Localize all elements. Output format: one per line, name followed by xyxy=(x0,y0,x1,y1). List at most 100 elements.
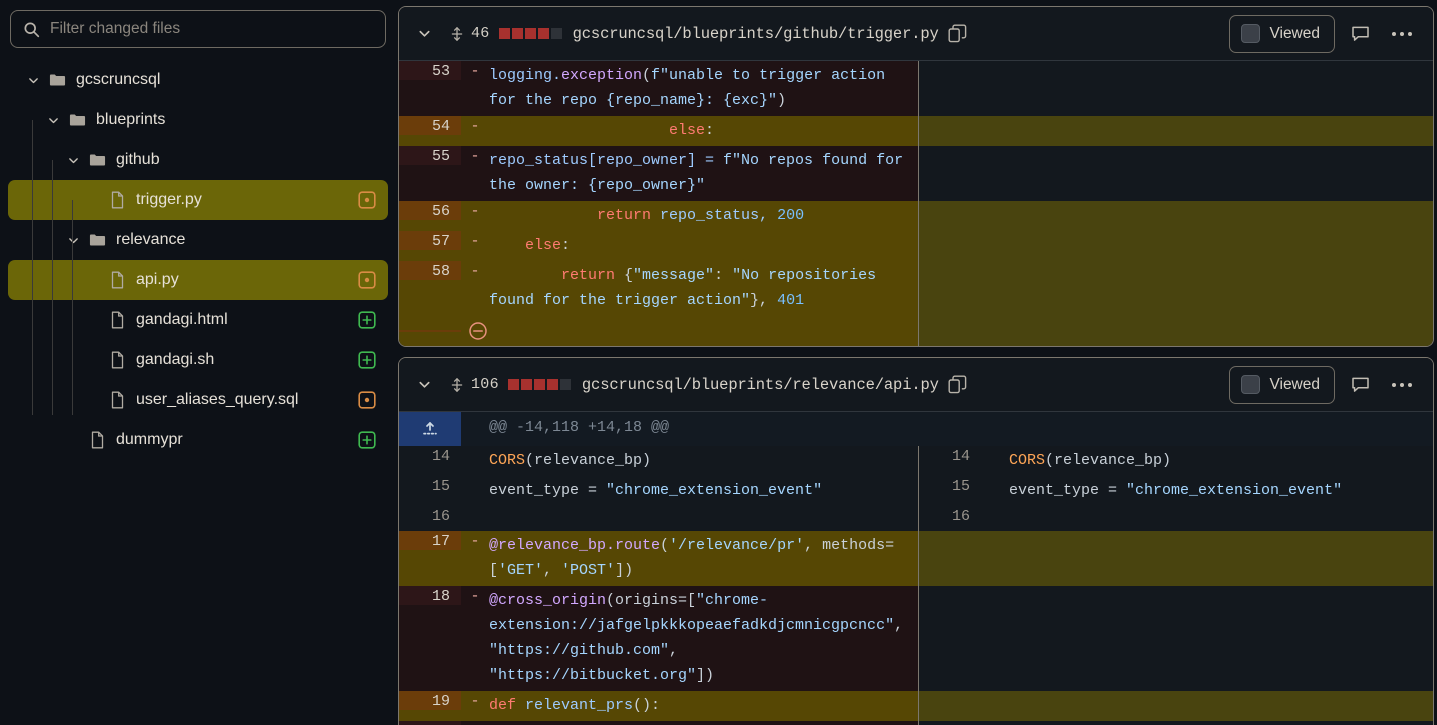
viewed-label: Viewed xyxy=(1269,25,1320,43)
code-token: "chrome_extension_event" xyxy=(1126,482,1342,499)
code-line: CORS(relevance_bp) xyxy=(489,446,918,476)
code-token: (relevance_bp) xyxy=(525,452,651,469)
viewed-checkbox[interactable] xyxy=(1241,375,1260,394)
tree-file-user_aliases_query.sql[interactable]: user_aliases_query.sql xyxy=(8,380,388,420)
code-token: (origins=[ xyxy=(606,592,696,609)
file-status-added-icon[interactable] xyxy=(356,349,378,371)
diff-line: 15event_type = "chrome_extension_event" xyxy=(399,476,918,506)
hunk-range-label: @@ -14,118 +14,18 @@ xyxy=(461,412,669,446)
chevron-down-icon[interactable] xyxy=(62,234,84,247)
kebab-menu-icon[interactable] xyxy=(1385,17,1419,51)
diff-body: 14CORS(relevance_bp)15event_type = "chro… xyxy=(399,446,1433,725)
diff-pane-old: 14CORS(relevance_bp)15event_type = "chro… xyxy=(399,446,919,725)
collapse-minus-icon[interactable] xyxy=(467,320,489,342)
move-handle-icon[interactable] xyxy=(443,377,471,393)
code-token xyxy=(489,267,561,284)
code-token xyxy=(489,122,669,139)
diff-line-new: 15event_type = "chrome_extension_event" xyxy=(919,476,1433,506)
chevron-down-icon[interactable] xyxy=(42,114,64,127)
line-number-new xyxy=(919,586,981,588)
chevron-down-icon[interactable] xyxy=(62,154,84,167)
code-token: def xyxy=(489,697,516,714)
kebab-menu-icon[interactable] xyxy=(1385,368,1419,402)
tree-file-api.py[interactable]: api.py xyxy=(8,260,388,300)
file-label: user_aliases_query.sql xyxy=(136,391,298,409)
diff-line-new xyxy=(919,261,1433,316)
tree-folder-blueprints[interactable]: blueprints xyxy=(8,100,388,140)
code-token: (relevance_bp) xyxy=(1045,452,1171,469)
diff-line-new xyxy=(919,721,1433,725)
code-line: return repo_status, 200 xyxy=(489,201,918,231)
diff-sign: - xyxy=(461,146,489,165)
tree-folder-gcscruncsql[interactable]: gcscruncsql xyxy=(8,60,388,100)
code-token: "chrome_extension_event" xyxy=(606,482,822,499)
diff-sign: - xyxy=(461,586,489,605)
file-status-modified-icon[interactable] xyxy=(356,389,378,411)
file-status-added-icon[interactable] xyxy=(356,429,378,451)
viewed-checkbox-button[interactable]: Viewed xyxy=(1229,15,1335,53)
diff-line-new xyxy=(919,531,1433,586)
viewed-checkbox[interactable] xyxy=(1241,24,1260,43)
diff-line: 18-@cross_origin(origins=["chrome-extens… xyxy=(399,586,918,691)
chevron-down-icon[interactable] xyxy=(417,26,443,41)
code-token: '/relevance/pr' xyxy=(669,537,804,554)
diff-stat-bar xyxy=(508,379,571,390)
file-status-modified-icon[interactable] xyxy=(356,189,378,211)
code-token: "https://bitbucket.org" xyxy=(489,667,696,684)
code-line-new: CORS(relevance_bp) xyxy=(1009,446,1433,476)
code-token: }, xyxy=(750,292,777,309)
tree-file-dummypr[interactable]: dummypr xyxy=(8,420,388,460)
diff-sign-new xyxy=(981,146,1009,148)
diff-line-new xyxy=(919,231,1433,261)
diff-sign: - xyxy=(461,531,489,550)
code-token: repo_status[repo_owner] = xyxy=(489,152,723,169)
diff-body: 53-logging.exception(f"unable to trigger… xyxy=(399,61,1433,346)
search-input[interactable] xyxy=(50,20,373,38)
line-number-new xyxy=(919,691,981,693)
line-number-new: 14 xyxy=(919,446,981,465)
code-token: 'POST' xyxy=(561,562,615,579)
line-number-old: 18 xyxy=(399,586,461,605)
code-token: event_type = xyxy=(489,482,606,499)
diff-line: 20- """ xyxy=(399,721,918,725)
diff-sign-new xyxy=(981,721,1009,723)
folder-icon xyxy=(84,151,110,169)
copy-icon[interactable] xyxy=(948,24,967,43)
line-number-old: 53 xyxy=(399,61,461,80)
code-line: def relevant_prs(): xyxy=(489,691,918,721)
chevron-down-icon[interactable] xyxy=(417,377,443,392)
diff-sign: - xyxy=(461,261,489,280)
file-icon xyxy=(84,431,110,449)
file-label: gandagi.html xyxy=(136,311,228,329)
tree-guide-line xyxy=(52,160,53,415)
file-icon xyxy=(104,351,130,369)
code-line-new xyxy=(1009,116,1433,121)
diff-sign-new xyxy=(981,116,1009,118)
tree-file-gandagi.html[interactable]: gandagi.html xyxy=(8,300,388,340)
line-number-old: 55 xyxy=(399,146,461,165)
filter-changed-files-box[interactable] xyxy=(10,10,386,48)
diff-line-new xyxy=(919,201,1433,231)
tree-file-gandagi.sh[interactable]: gandagi.sh xyxy=(8,340,388,380)
file-status-added-icon[interactable] xyxy=(356,309,378,331)
move-handle-icon[interactable] xyxy=(443,26,471,42)
chevron-down-icon[interactable] xyxy=(22,74,44,87)
viewed-checkbox-button[interactable]: Viewed xyxy=(1229,366,1335,404)
diff-line: 56- return repo_status, 200 xyxy=(399,201,918,231)
code-token: ) xyxy=(777,92,786,109)
comment-icon[interactable] xyxy=(1343,17,1377,51)
tree-folder-relevance[interactable]: relevance xyxy=(8,220,388,260)
tree-file-trigger.py[interactable]: trigger.py xyxy=(8,180,388,220)
code-token: @cross_origin xyxy=(489,592,606,609)
comment-icon[interactable] xyxy=(1343,368,1377,402)
file-icon xyxy=(104,191,130,209)
tree-folder-github[interactable]: github xyxy=(8,140,388,180)
file-status-modified-icon[interactable] xyxy=(356,269,378,291)
expand-up-icon[interactable] xyxy=(399,412,461,446)
copy-icon[interactable] xyxy=(948,375,967,394)
code-token: "message" xyxy=(633,267,714,284)
code-token: logging. xyxy=(489,67,561,84)
marker-gutter xyxy=(399,330,461,332)
code-line-new xyxy=(1009,506,1433,511)
code-token: : xyxy=(714,267,732,284)
